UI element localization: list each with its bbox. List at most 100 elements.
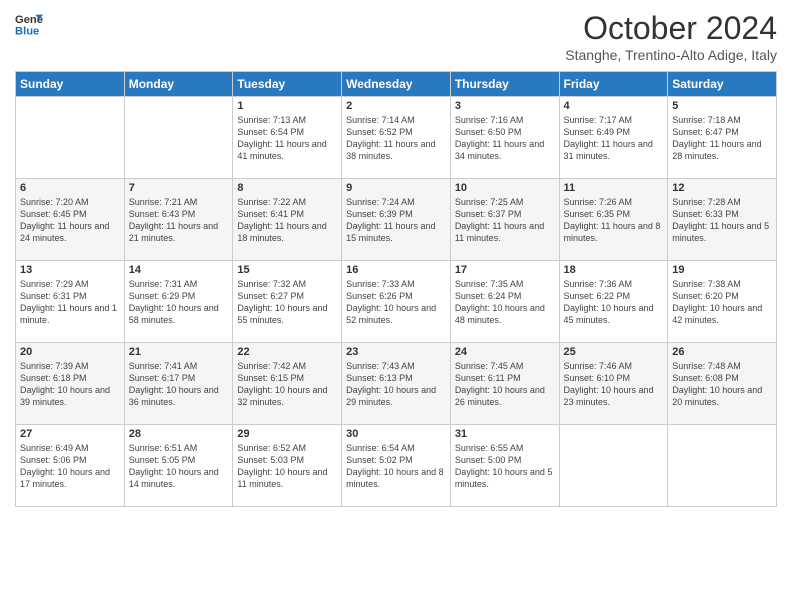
day-number: 6 bbox=[20, 182, 120, 194]
day-number: 1 bbox=[237, 100, 337, 112]
calendar-cell: 20 Sunrise: 7:39 AM Sunset: 6:18 PM Dayli… bbox=[16, 343, 125, 425]
calendar-cell: 27Sunrise: 6:49 AM Sunset: 5:06 PM Dayli… bbox=[16, 425, 125, 507]
week-row-5: 27Sunrise: 6:49 AM Sunset: 5:06 PM Dayli… bbox=[16, 425, 777, 507]
day-number: 12 bbox=[672, 182, 772, 194]
day-info: Sunrise: 7:33 AM Sunset: 6:26 PM Dayligh… bbox=[346, 278, 446, 327]
day-number: 22 bbox=[237, 346, 337, 358]
day-number: 24 bbox=[455, 346, 555, 358]
calendar-cell bbox=[16, 97, 125, 179]
day-number: 14 bbox=[129, 264, 229, 276]
day-number: 13 bbox=[20, 264, 120, 276]
day-info: Sunrise: 7:31 AM Sunset: 6:29 PM Dayligh… bbox=[129, 278, 229, 327]
calendar-cell: 1 Sunrise: 7:13 AM Sunset: 6:54 PM Daylig… bbox=[233, 97, 342, 179]
calendar-cell: 4Sunrise: 7:17 AM Sunset: 6:49 PM Daylig… bbox=[559, 97, 668, 179]
day-info: Sunrise: 7:22 AM Sunset: 6:41 PM Dayligh… bbox=[237, 196, 337, 245]
logo-icon: General Blue bbox=[15, 10, 43, 38]
day-info: Sunrise: 7:48 AM Sunset: 6:08 PM Dayligh… bbox=[672, 360, 772, 409]
day-info: Sunrise: 7:21 AM Sunset: 6:43 PM Dayligh… bbox=[129, 196, 229, 245]
col-header-wednesday: Wednesday bbox=[342, 72, 451, 97]
calendar-cell: 28 Sunrise: 6:51 AM Sunset: 5:05 PM Dayli… bbox=[124, 425, 233, 507]
day-number: 18 bbox=[564, 264, 664, 276]
day-info: Sunrise: 7:46 AM Sunset: 6:10 PM Dayligh… bbox=[564, 360, 664, 409]
day-number: 17 bbox=[455, 264, 555, 276]
calendar-cell: 26 Sunrise: 7:48 AM Sunset: 6:08 PM Dayli… bbox=[668, 343, 777, 425]
col-header-monday: Monday bbox=[124, 72, 233, 97]
calendar-cell: 17 Sunrise: 7:35 AM Sunset: 6:24 PM Dayli… bbox=[450, 261, 559, 343]
calendar-cell: 7Sunrise: 7:21 AM Sunset: 6:43 PM Daylig… bbox=[124, 179, 233, 261]
day-number: 15 bbox=[237, 264, 337, 276]
day-info: Sunrise: 7:43 AM Sunset: 6:13 PM Dayligh… bbox=[346, 360, 446, 409]
day-number: 8 bbox=[237, 182, 337, 194]
day-number: 11 bbox=[564, 182, 664, 194]
calendar-cell: 8 Sunrise: 7:22 AM Sunset: 6:41 PM Daylig… bbox=[233, 179, 342, 261]
day-number: 26 bbox=[672, 346, 772, 358]
calendar-cell: 30 Sunrise: 6:54 AM Sunset: 5:02 PM Dayli… bbox=[342, 425, 451, 507]
week-row-3: 13 Sunrise: 7:29 AM Sunset: 6:31 PM Dayli… bbox=[16, 261, 777, 343]
col-header-saturday: Saturday bbox=[668, 72, 777, 97]
calendar-cell: 6 Sunrise: 7:20 AM Sunset: 6:45 PM Daylig… bbox=[16, 179, 125, 261]
day-number: 23 bbox=[346, 346, 446, 358]
day-info: Sunrise: 7:13 AM Sunset: 6:54 PM Dayligh… bbox=[237, 114, 337, 163]
day-info: Sunrise: 7:36 AM Sunset: 6:22 PM Dayligh… bbox=[564, 278, 664, 327]
day-info: Sunrise: 7:16 AM Sunset: 6:50 PM Dayligh… bbox=[455, 114, 555, 163]
day-number: 31 bbox=[455, 428, 555, 440]
calendar-cell: 2 Sunrise: 7:14 AM Sunset: 6:52 PM Daylig… bbox=[342, 97, 451, 179]
day-info: Sunrise: 7:14 AM Sunset: 6:52 PM Dayligh… bbox=[346, 114, 446, 163]
day-number: 28 bbox=[129, 428, 229, 440]
calendar-cell: 13 Sunrise: 7:29 AM Sunset: 6:31 PM Dayli… bbox=[16, 261, 125, 343]
calendar-cell: 11 Sunrise: 7:26 AM Sunset: 6:35 PM Dayli… bbox=[559, 179, 668, 261]
day-number: 20 bbox=[20, 346, 120, 358]
calendar-cell: 5 Sunrise: 7:18 AM Sunset: 6:47 PM Daylig… bbox=[668, 97, 777, 179]
day-info: Sunrise: 7:35 AM Sunset: 6:24 PM Dayligh… bbox=[455, 278, 555, 327]
calendar-table: SundayMondayTuesdayWednesdayThursdayFrid… bbox=[15, 71, 777, 507]
day-info: Sunrise: 7:39 AM Sunset: 6:18 PM Dayligh… bbox=[20, 360, 120, 409]
day-info: Sunrise: 7:25 AM Sunset: 6:37 PM Dayligh… bbox=[455, 196, 555, 245]
day-info: Sunrise: 7:38 AM Sunset: 6:20 PM Dayligh… bbox=[672, 278, 772, 327]
calendar-cell: 9 Sunrise: 7:24 AM Sunset: 6:39 PM Daylig… bbox=[342, 179, 451, 261]
day-info: Sunrise: 7:45 AM Sunset: 6:11 PM Dayligh… bbox=[455, 360, 555, 409]
calendar-cell: 21 Sunrise: 7:41 AM Sunset: 6:17 PM Dayli… bbox=[124, 343, 233, 425]
day-info: Sunrise: 6:55 AM Sunset: 5:00 PM Dayligh… bbox=[455, 442, 555, 491]
month-title: October 2024 bbox=[565, 10, 777, 47]
header-row: SundayMondayTuesdayWednesdayThursdayFrid… bbox=[16, 72, 777, 97]
page: General Blue October 2024 Stanghe, Trent… bbox=[0, 0, 792, 517]
day-number: 25 bbox=[564, 346, 664, 358]
col-header-thursday: Thursday bbox=[450, 72, 559, 97]
day-number: 30 bbox=[346, 428, 446, 440]
day-number: 19 bbox=[672, 264, 772, 276]
col-header-sunday: Sunday bbox=[16, 72, 125, 97]
day-info: Sunrise: 6:49 AM Sunset: 5:06 PM Dayligh… bbox=[20, 442, 120, 491]
day-info: Sunrise: 7:29 AM Sunset: 6:31 PM Dayligh… bbox=[20, 278, 120, 327]
day-number: 21 bbox=[129, 346, 229, 358]
calendar-cell: 31 Sunrise: 6:55 AM Sunset: 5:00 PM Dayli… bbox=[450, 425, 559, 507]
calendar-cell: 12Sunrise: 7:28 AM Sunset: 6:33 PM Dayli… bbox=[668, 179, 777, 261]
calendar-cell: 19 Sunrise: 7:38 AM Sunset: 6:20 PM Dayli… bbox=[668, 261, 777, 343]
calendar-cell: 25 Sunrise: 7:46 AM Sunset: 6:10 PM Dayli… bbox=[559, 343, 668, 425]
calendar-cell: 23 Sunrise: 7:43 AM Sunset: 6:13 PM Dayli… bbox=[342, 343, 451, 425]
calendar-cell bbox=[124, 97, 233, 179]
logo: General Blue bbox=[15, 10, 43, 38]
calendar-cell: 22 Sunrise: 7:42 AM Sunset: 6:15 PM Dayli… bbox=[233, 343, 342, 425]
day-number: 5 bbox=[672, 100, 772, 112]
day-info: Sunrise: 6:51 AM Sunset: 5:05 PM Dayligh… bbox=[129, 442, 229, 491]
day-info: Sunrise: 7:18 AM Sunset: 6:47 PM Dayligh… bbox=[672, 114, 772, 163]
svg-text:Blue: Blue bbox=[15, 25, 39, 37]
day-info: Sunrise: 6:54 AM Sunset: 5:02 PM Dayligh… bbox=[346, 442, 446, 491]
day-number: 29 bbox=[237, 428, 337, 440]
day-info: Sunrise: 7:42 AM Sunset: 6:15 PM Dayligh… bbox=[237, 360, 337, 409]
calendar-cell bbox=[668, 425, 777, 507]
calendar-cell: 29 Sunrise: 6:52 AM Sunset: 5:03 PM Dayli… bbox=[233, 425, 342, 507]
day-info: Sunrise: 7:41 AM Sunset: 6:17 PM Dayligh… bbox=[129, 360, 229, 409]
title-block: October 2024 Stanghe, Trentino-Alto Adig… bbox=[565, 10, 777, 63]
day-info: Sunrise: 7:26 AM Sunset: 6:35 PM Dayligh… bbox=[564, 196, 664, 245]
day-info: Sunrise: 7:20 AM Sunset: 6:45 PM Dayligh… bbox=[20, 196, 120, 245]
calendar-cell: 15Sunrise: 7:32 AM Sunset: 6:27 PM Dayli… bbox=[233, 261, 342, 343]
header: General Blue October 2024 Stanghe, Trent… bbox=[15, 10, 777, 63]
col-header-friday: Friday bbox=[559, 72, 668, 97]
day-info: Sunrise: 6:52 AM Sunset: 5:03 PM Dayligh… bbox=[237, 442, 337, 491]
day-number: 2 bbox=[346, 100, 446, 112]
day-number: 9 bbox=[346, 182, 446, 194]
week-row-4: 20 Sunrise: 7:39 AM Sunset: 6:18 PM Dayli… bbox=[16, 343, 777, 425]
day-number: 3 bbox=[455, 100, 555, 112]
day-info: Sunrise: 7:24 AM Sunset: 6:39 PM Dayligh… bbox=[346, 196, 446, 245]
